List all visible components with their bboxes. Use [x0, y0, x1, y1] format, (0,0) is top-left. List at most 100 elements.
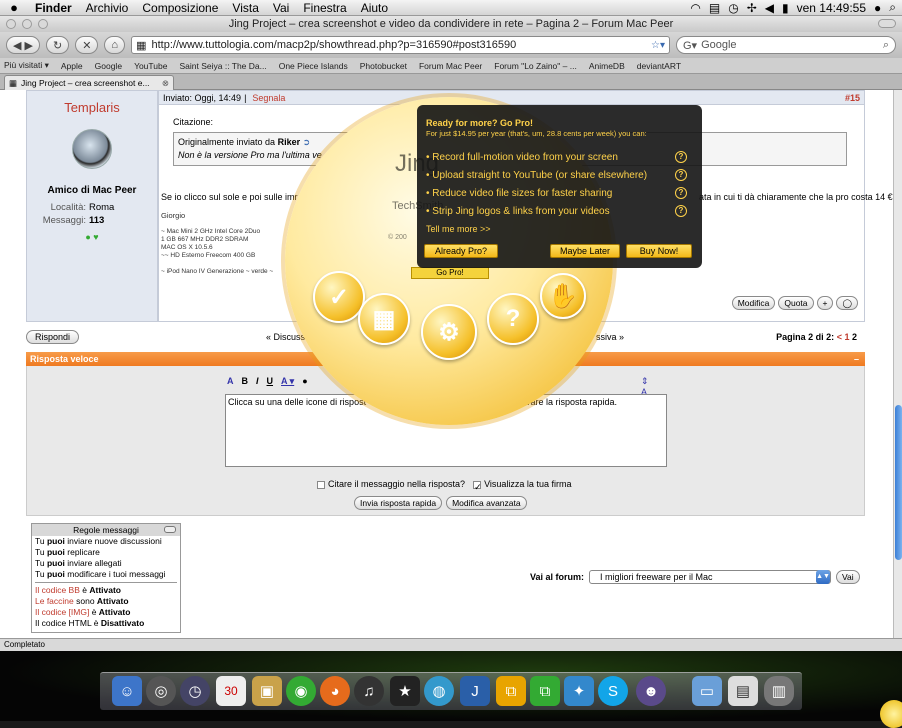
- quote-checkbox[interactable]: [317, 480, 325, 489]
- scrollbar-thumb[interactable]: [895, 405, 902, 560]
- buy-now-button[interactable]: Buy Now!: [626, 244, 692, 258]
- search-field[interactable]: G▾ Google ⌕: [676, 36, 896, 54]
- already-pro-button[interactable]: Already Pro?: [424, 244, 498, 258]
- scrollbar[interactable]: [893, 90, 902, 638]
- dvd-icon[interactable]: ◍: [424, 676, 454, 706]
- view-post-icon[interactable]: ➲: [303, 137, 311, 147]
- bookmark-item[interactable]: Photobucket: [360, 61, 407, 71]
- menu-aiuto[interactable]: Aiuto: [354, 1, 395, 15]
- search-icon[interactable]: ⌕: [883, 39, 889, 52]
- page-prev-link[interactable]: < 1: [837, 332, 850, 342]
- app-icon[interactable]: ◉: [286, 676, 316, 706]
- jing-dock-icon[interactable]: [880, 700, 902, 728]
- bookmark-item[interactable]: deviantART: [637, 61, 681, 71]
- post-number[interactable]: #15: [845, 93, 860, 103]
- google-icon[interactable]: G▾: [683, 39, 697, 52]
- gear-icon[interactable]: ⚙: [421, 304, 477, 360]
- bookmark-item[interactable]: Più visitati ▾: [4, 60, 49, 71]
- bookmark-item[interactable]: Forum "Lo Zaino" – ...: [494, 61, 577, 71]
- dashboard-icon[interactable]: ◎: [146, 676, 176, 706]
- menu-vai[interactable]: Vai: [266, 1, 296, 15]
- smilies-link[interactable]: Le faccine: [35, 596, 74, 606]
- italic-button[interactable]: I: [256, 376, 259, 387]
- bookmark-item[interactable]: One Piece Islands: [279, 61, 348, 71]
- apple-icon[interactable]: ●: [0, 0, 28, 15]
- menu-archivio[interactable]: Archivio: [79, 1, 136, 15]
- bookmark-item[interactable]: YouTube: [134, 61, 167, 71]
- multiquote-icon[interactable]: +: [816, 296, 834, 310]
- menu-composizione[interactable]: Composizione: [135, 1, 225, 15]
- toolbar-toggle[interactable]: [878, 19, 896, 28]
- timemachine-icon[interactable]: ◷: [180, 676, 210, 706]
- underline-button[interactable]: U: [267, 376, 274, 387]
- photo-icon[interactable]: ▣: [252, 676, 282, 706]
- minimize-window-icon[interactable]: [22, 19, 32, 29]
- close-tab-icon[interactable]: ⊗: [162, 78, 169, 89]
- url-field[interactable]: ▦ http://www.tuttologia.com/macp2p/showt…: [131, 36, 670, 54]
- tell-me-more-link[interactable]: Tell me more >>: [426, 224, 693, 234]
- zoom-window-icon[interactable]: [38, 19, 48, 29]
- quick-quote-icon[interactable]: ◯: [836, 296, 858, 310]
- back-button[interactable]: ◀ ▶: [6, 36, 40, 54]
- forum-select[interactable]: I migliori freeware per il Mac ▲▼: [589, 570, 832, 584]
- trash-icon[interactable]: ▥: [764, 676, 794, 706]
- help-icon[interactable]: ?: [675, 187, 687, 199]
- bluetooth-icon[interactable]: ✢: [747, 1, 757, 15]
- tab-jing-project[interactable]: ▦ Jing Project – crea screenshot e... ⊗: [4, 75, 174, 90]
- edit-button[interactable]: Modifica: [731, 296, 776, 310]
- app-icon[interactable]: ⧉: [496, 676, 526, 706]
- img-code-link[interactable]: Il codice [IMG]: [35, 607, 89, 617]
- timemachine-icon[interactable]: ◷: [728, 1, 738, 15]
- app-icon[interactable]: ☻: [636, 676, 666, 706]
- itunes-icon[interactable]: ♫: [354, 676, 384, 706]
- home-button[interactable]: ⌂: [104, 36, 126, 54]
- rss-star-icon[interactable]: ☆▾: [651, 40, 665, 51]
- format-icon[interactable]: A: [227, 376, 234, 387]
- finder-icon[interactable]: ☺: [112, 676, 142, 706]
- hand-stop-icon[interactable]: ✋: [540, 273, 586, 319]
- menu-finder[interactable]: Finder: [28, 1, 79, 15]
- help-icon[interactable]: ?: [675, 151, 687, 163]
- color-button[interactable]: A ▾: [281, 376, 294, 387]
- reply-button[interactable]: Rispondi: [26, 330, 80, 344]
- app-icon[interactable]: J: [460, 676, 490, 706]
- applications-folder-icon[interactable]: ▭: [692, 676, 722, 706]
- smiley-icon[interactable]: ●: [302, 376, 307, 387]
- bookmark-item[interactable]: Google: [95, 61, 122, 71]
- bbcode-link[interactable]: Il codice BB: [35, 585, 80, 595]
- clock[interactable]: ven 14:49:55: [797, 1, 866, 15]
- stop-button[interactable]: ✕: [75, 36, 99, 54]
- help-icon[interactable]: ?: [675, 205, 687, 217]
- post-username[interactable]: Templaris: [27, 100, 157, 115]
- display-icon[interactable]: ▤: [709, 1, 720, 15]
- advanced-edit-button[interactable]: Modifica avanzata: [446, 496, 527, 510]
- bold-button[interactable]: B: [242, 376, 249, 387]
- documents-icon[interactable]: ▤: [728, 676, 758, 706]
- send-reply-button[interactable]: Invia risposta rapida: [354, 496, 443, 510]
- help-icon[interactable]: ?: [675, 169, 687, 181]
- go-button[interactable]: Vai: [836, 570, 860, 584]
- bookmark-item[interactable]: Apple: [61, 61, 83, 71]
- ical-icon[interactable]: 30: [216, 676, 246, 706]
- app-icon[interactable]: ✦: [564, 676, 594, 706]
- firefox-icon[interactable]: ◕: [320, 676, 350, 706]
- app-icon[interactable]: ⧉: [530, 676, 560, 706]
- wifi-icon[interactable]: ◠: [690, 1, 700, 15]
- volume-icon[interactable]: ◀: [765, 1, 774, 15]
- menu-finestra[interactable]: Finestra: [296, 1, 353, 15]
- prev-thread-link[interactable]: « Discuss: [266, 332, 305, 342]
- next-thread-link[interactable]: ssiva »: [596, 332, 624, 342]
- history-icon[interactable]: ▦: [358, 293, 410, 345]
- reload-button[interactable]: ↻: [45, 36, 70, 54]
- close-window-icon[interactable]: [6, 19, 16, 29]
- chevron-down-icon[interactable]: ▲▼: [816, 570, 831, 584]
- imovie-icon[interactable]: ★: [390, 676, 420, 706]
- bookmark-item[interactable]: Forum Mac Peer: [419, 61, 482, 71]
- bookmark-item[interactable]: AnimeDB: [589, 61, 625, 71]
- collapse-rules-toggle[interactable]: [164, 526, 176, 533]
- report-link[interactable]: Segnala: [249, 93, 285, 103]
- bookmark-item[interactable]: Saint Seiya :: The Da...: [179, 61, 266, 71]
- maybe-later-button[interactable]: Maybe Later: [550, 244, 620, 258]
- menu-vista[interactable]: Vista: [225, 1, 265, 15]
- spotlight-icon[interactable]: ⌕: [889, 0, 896, 15]
